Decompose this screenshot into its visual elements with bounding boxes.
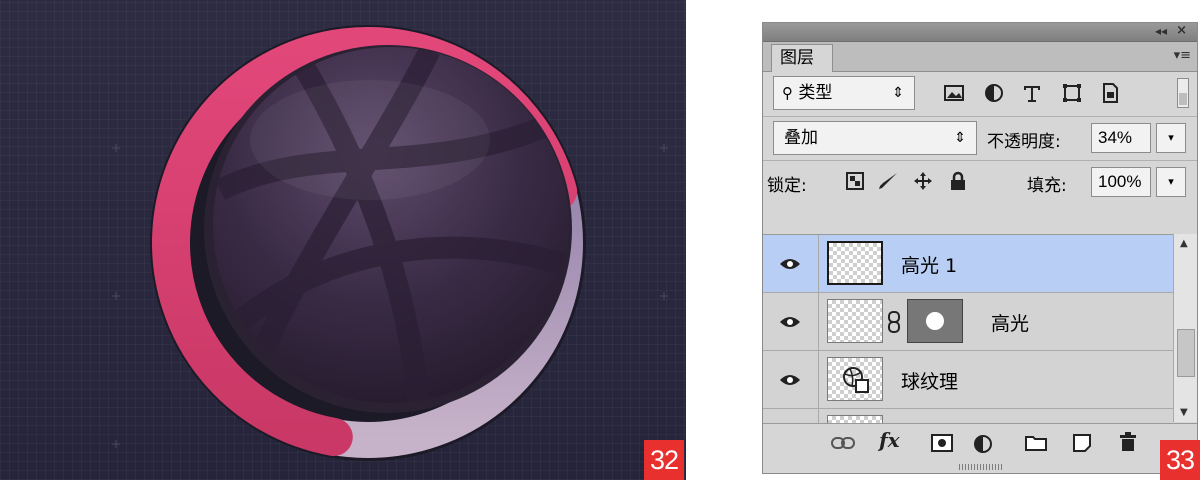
image-filter-icon[interactable] <box>943 82 965 104</box>
add-mask-icon[interactable] <box>931 434 953 452</box>
scroll-down-icon[interactable]: ▼ <box>1180 407 1188 418</box>
panel-bottom-toolbar: fx <box>763 423 1197 473</box>
blend-mode-select[interactable]: 叠加 ⇕ <box>773 121 977 155</box>
opacity-input[interactable]: 34% <box>1091 123 1151 153</box>
mask-shape <box>926 312 944 330</box>
layer-mask-thumbnail[interactable] <box>907 299 963 343</box>
new-layer-icon[interactable] <box>1073 434 1091 452</box>
tab-layers[interactable]: 图层 <box>771 44 833 72</box>
filter-toggle[interactable] <box>1177 78 1189 108</box>
adjustment-layer-icon[interactable] <box>973 434 995 454</box>
chevron-updown-icon: ⇕ <box>892 85 904 101</box>
shape-filter-icon[interactable] <box>1061 82 1083 104</box>
fx-icon[interactable]: fx <box>879 428 900 452</box>
eye-icon[interactable] <box>779 257 801 271</box>
lock-all-icon[interactable] <box>949 171 967 191</box>
new-group-icon[interactable] <box>1025 435 1047 451</box>
smart-object-badge-icon <box>843 367 869 393</box>
fill-label: 填充: <box>1027 176 1067 196</box>
layer-thumbnail[interactable] <box>827 357 883 401</box>
artwork-canvas: 32 <box>0 0 686 480</box>
layer-thumbnail[interactable] <box>827 415 883 423</box>
search-icon: ⚲ <box>782 84 793 102</box>
lock-row: 锁定: 填充: 100% ▾ <box>763 160 1197 205</box>
type-filter-icon[interactable] <box>1021 82 1043 104</box>
resize-grip[interactable] <box>959 464 1003 470</box>
layer-thumbnail[interactable] <box>827 299 883 343</box>
layer-row-partial[interactable] <box>763 409 1173 423</box>
scroll-up-icon[interactable]: ▲ <box>1180 238 1188 249</box>
ball-highlight <box>250 80 490 200</box>
visibility-cell[interactable] <box>763 409 819 423</box>
opacity-dropdown-button[interactable]: ▾ <box>1156 123 1186 153</box>
filter-type-value: 类型 <box>798 83 833 103</box>
panel-tab-row: 图层 ▾≡ <box>763 42 1197 72</box>
opacity-label: 不透明度: <box>987 132 1061 152</box>
eye-icon[interactable] <box>779 315 801 329</box>
smart-object-filter-icon[interactable] <box>1099 82 1121 104</box>
layers-panel: ◂◂ × 图层 ▾≡ ⚲ 类型 ⇕ 叠加 ⇕ 不透明度: 34% ▾ 锁定: 填… <box>762 22 1198 474</box>
fill-dropdown-button[interactable]: ▾ <box>1156 167 1186 197</box>
lock-image-icon[interactable] <box>877 171 899 191</box>
visibility-cell[interactable] <box>763 235 819 292</box>
visibility-cell[interactable] <box>763 293 819 350</box>
figure-number-badge: 32 <box>644 440 684 480</box>
layers-list: 高光 1 高光 球纹理 <box>763 234 1173 423</box>
fill-input[interactable]: 100% <box>1091 167 1151 197</box>
lock-transparent-icon[interactable] <box>845 171 865 191</box>
layer-thumbnail[interactable] <box>827 241 883 285</box>
layer-row[interactable]: 高光 <box>763 293 1173 351</box>
filter-row: ⚲ 类型 ⇕ <box>763 72 1197 116</box>
layer-name[interactable]: 高光 1 <box>901 251 957 278</box>
figure-number-badge: 33 <box>1160 440 1200 480</box>
blend-row: 叠加 ⇕ 不透明度: 34% ▾ <box>763 116 1197 161</box>
panel-menu-icon[interactable]: ▾≡ <box>1174 48 1191 63</box>
chevron-updown-icon: ⇕ <box>954 130 966 146</box>
lock-label: 锁定: <box>767 176 807 196</box>
visibility-cell[interactable] <box>763 351 819 408</box>
close-icon[interactable]: × <box>1176 23 1187 38</box>
eye-icon[interactable] <box>779 373 801 387</box>
panel-title-bar: ◂◂ × <box>763 23 1197 42</box>
dribbble-progress-artwork <box>112 25 668 461</box>
layer-row[interactable]: 球纹理 <box>763 351 1173 409</box>
trash-icon[interactable] <box>1119 432 1137 452</box>
layer-row[interactable]: 高光 1 <box>763 235 1173 293</box>
scrollbar-thumb[interactable] <box>1177 329 1195 377</box>
double-chevron-left-icon[interactable]: ◂◂ <box>1155 24 1167 38</box>
layer-name[interactable]: 高光 <box>991 309 1029 336</box>
lock-position-icon[interactable] <box>913 171 933 191</box>
filter-type-select[interactable]: ⚲ 类型 ⇕ <box>773 76 915 110</box>
link-layers-icon[interactable] <box>831 436 855 450</box>
layer-name[interactable]: 球纹理 <box>901 367 958 394</box>
mask-link-icon[interactable] <box>887 311 901 333</box>
adjustment-filter-icon[interactable] <box>983 82 1005 104</box>
layers-scrollbar[interactable]: ▲ ▼ <box>1173 234 1197 422</box>
blend-mode-value: 叠加 <box>784 128 818 148</box>
